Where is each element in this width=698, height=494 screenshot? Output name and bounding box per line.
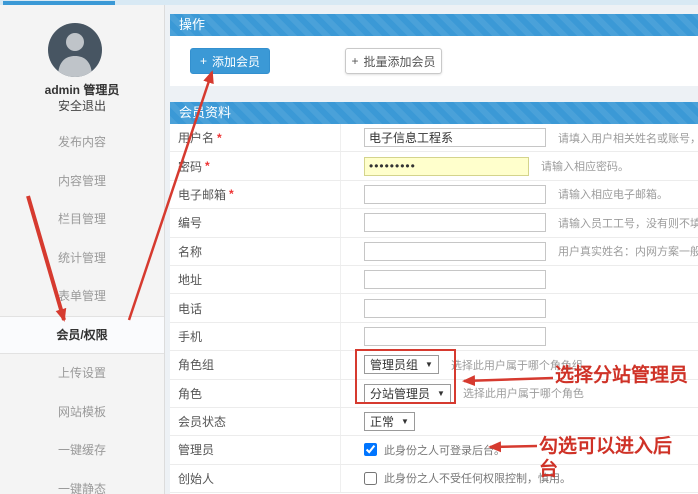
plus-icon: + [200, 54, 207, 68]
chevron-down-icon: ▼ [437, 389, 445, 398]
sidebar: admin 管理员 安全退出 发布内容 内容管理 栏目管理 统计管理 表单管理 … [0, 5, 165, 494]
form-row-role: 角色 分站管理员 ▼ 选择此用户属于哪个角色 [170, 380, 698, 408]
field-hint: 选择此用户属于哪个角色组 [451, 357, 583, 373]
field-hint: 请填入用户相关姓名或账号，企 [558, 130, 698, 146]
username-input[interactable] [364, 128, 546, 147]
admin-page: admin 管理员 安全退出 发布内容 内容管理 栏目管理 统计管理 表单管理 … [0, 0, 698, 494]
member-profile-panel: 会员资料 用户名* 请填入用户相关姓名或账号，企 密码* 请输入相应密码。 电子… [170, 102, 698, 494]
field-hint: 选择此用户属于哪个角色 [463, 385, 584, 401]
checkbox-label: 此身份之人可登录后台。 [384, 442, 505, 458]
field-label: 管理员 [178, 441, 214, 458]
form-row-admin: 管理员 此身份之人可登录后台。 [170, 436, 698, 464]
name-input[interactable] [364, 242, 546, 261]
phone-input[interactable] [364, 299, 546, 318]
chevron-down-icon: ▼ [401, 417, 409, 426]
field-label: 用户名 [178, 129, 214, 146]
actions-panel: 操作 + 添加会员 + 批量添加会员 [170, 14, 698, 86]
sidebar-item-forms[interactable]: 表单管理 [0, 277, 164, 316]
user-silhouette-icon [48, 23, 102, 77]
required-star: * [229, 187, 234, 201]
chevron-down-icon: ▼ [425, 360, 433, 369]
sidebar-item-members[interactable]: 会员/权限 [0, 316, 164, 355]
field-hint: 请输入相应电子邮箱。 [558, 186, 668, 202]
field-label: 会员状态 [178, 413, 226, 430]
sidebar-item-template[interactable]: 网站模板 [0, 393, 164, 432]
field-label: 角色组 [178, 356, 214, 373]
password-input[interactable] [364, 157, 529, 176]
role-group-select[interactable]: 管理员组 ▼ [364, 355, 439, 374]
sidebar-item-upload[interactable]: 上传设置 [0, 354, 164, 393]
required-star: * [205, 159, 210, 173]
form-row-email: 电子邮箱* 请输入相应电子邮箱。 [170, 181, 698, 209]
form-row-number: 编号 请输入员工工号，没有则不填 [170, 209, 698, 237]
field-hint: 用户真实姓名：内网方案一般不填 [558, 243, 698, 259]
field-label: 手机 [178, 328, 202, 345]
sidebar-item-content[interactable]: 内容管理 [0, 162, 164, 201]
required-star: * [217, 131, 222, 145]
field-label: 电子邮箱 [178, 186, 226, 203]
form-row-username: 用户名* 请填入用户相关姓名或账号，企 [170, 124, 698, 152]
admin-checkbox[interactable] [364, 443, 377, 456]
sidebar-item-cache[interactable]: 一键缓存 [0, 431, 164, 470]
sidebar-item-publish[interactable]: 发布内容 [0, 123, 164, 162]
mobile-input[interactable] [364, 327, 546, 346]
address-input[interactable] [364, 270, 546, 289]
checkbox-label: 此身份之人不受任何权限控制，慎用。 [384, 470, 571, 486]
add-member-button[interactable]: + 添加会员 [190, 48, 270, 74]
field-label: 编号 [178, 214, 202, 231]
field-label: 角色 [178, 385, 202, 402]
role-select[interactable]: 分站管理员 ▼ [364, 384, 451, 403]
form-row-founder: 创始人 此身份之人不受任何权限控制，慎用。 [170, 465, 698, 493]
field-hint: 请输入相应密码。 [541, 158, 629, 174]
form-row-address: 地址 [170, 266, 698, 294]
number-input[interactable] [364, 213, 546, 232]
plus-icon: + [351, 54, 358, 68]
email-input[interactable] [364, 185, 546, 204]
form-row-rolegroup: 角色组 管理员组 ▼ 选择此用户属于哪个角色组 [170, 351, 698, 379]
member-profile-title: 会员资料 [170, 102, 698, 124]
sidebar-item-stats[interactable]: 统计管理 [0, 239, 164, 278]
sidebar-item-columns[interactable]: 栏目管理 [0, 200, 164, 239]
sidebar-menu: 发布内容 内容管理 栏目管理 统计管理 表单管理 会员/权限 上传设置 网站模板… [0, 123, 164, 494]
field-hint: 请输入员工工号，没有则不填 [558, 215, 698, 231]
field-label: 电话 [178, 300, 202, 317]
form-row-status: 会员状态 正常 ▼ [170, 408, 698, 436]
field-label: 地址 [178, 271, 202, 288]
form-row-password: 密码* 请输入相应密码。 [170, 152, 698, 180]
sidebar-item-static[interactable]: 一键静态 [0, 470, 164, 494]
username-label: admin 管理员 [0, 81, 164, 98]
founder-checkbox[interactable] [364, 472, 377, 485]
form-row-phone: 电话 [170, 294, 698, 322]
batch-add-member-button[interactable]: + 批量添加会员 [345, 48, 442, 74]
field-label: 名称 [178, 243, 202, 260]
actions-panel-title: 操作 [170, 14, 698, 36]
form-row-name: 名称 用户真实姓名：内网方案一般不填 [170, 238, 698, 266]
field-label: 创始人 [178, 470, 214, 487]
logout-link[interactable]: 安全退出 [0, 97, 164, 114]
avatar[interactable] [48, 23, 102, 77]
field-label: 密码 [178, 158, 202, 175]
member-status-select[interactable]: 正常 ▼ [364, 412, 415, 431]
form-row-mobile: 手机 [170, 323, 698, 351]
